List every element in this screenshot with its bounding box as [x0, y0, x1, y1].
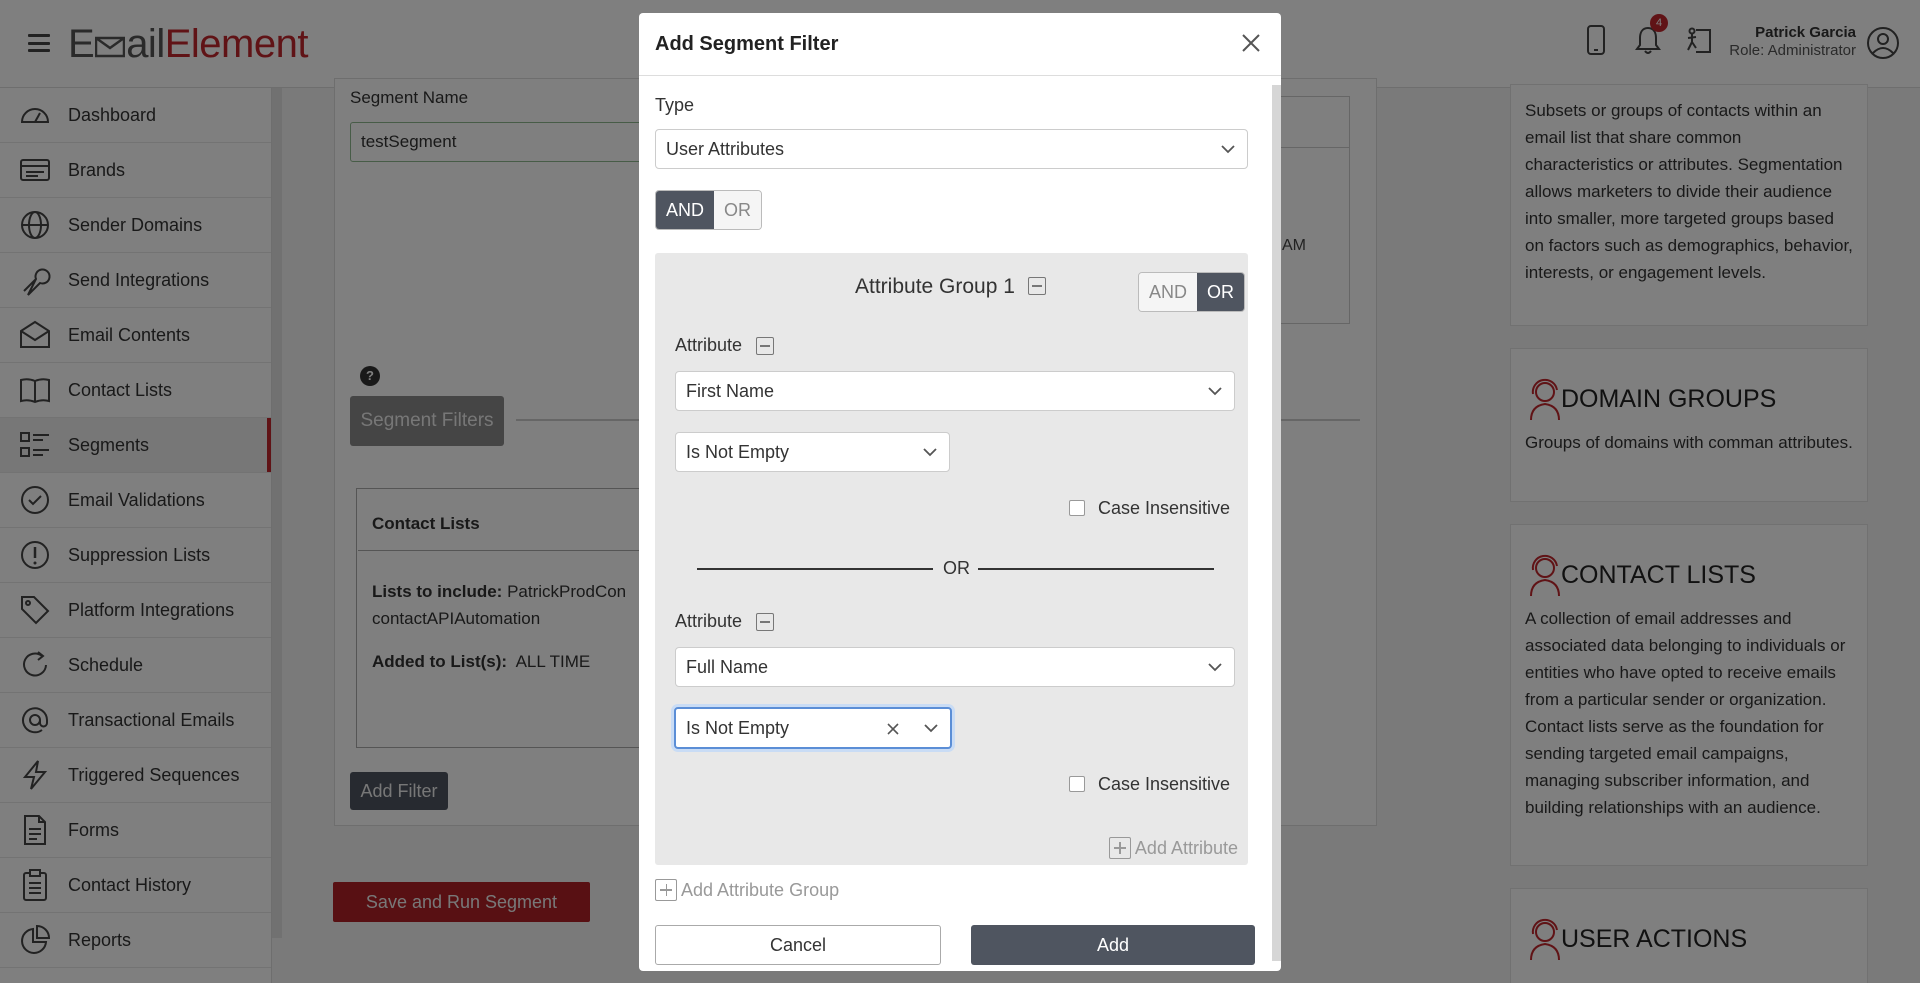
add-attribute-button[interactable]: Add Attribute — [1108, 837, 1238, 859]
modal-scrollbar[interactable] — [1272, 85, 1281, 961]
close-icon[interactable] — [1239, 31, 1263, 55]
or-divider: OR — [697, 558, 1214, 578]
group-and-button[interactable]: AND — [1139, 273, 1198, 311]
type-select[interactable]: User Attributes — [655, 129, 1248, 169]
attribute-field-select[interactable]: First Name — [675, 371, 1235, 411]
attribute-condition-select[interactable]: Is Not Empty — [675, 432, 950, 472]
modal-header: Add Segment Filter — [639, 13, 1281, 76]
type-label: Type — [655, 95, 695, 115]
attribute-group: Attribute Group 1 AND OR Attribute First… — [655, 253, 1248, 865]
remove-attribute-icon[interactable] — [756, 337, 774, 355]
attribute-label: Attribute — [675, 611, 743, 631]
modal-title: Add Segment Filter — [655, 33, 839, 55]
group-or-button[interactable]: OR — [1197, 273, 1245, 311]
case-insensitive-label: Case Insensitive — [1098, 774, 1231, 794]
case-insensitive-checkbox[interactable] — [1069, 776, 1085, 792]
case-insensitive-checkbox[interactable] — [1069, 500, 1085, 516]
attribute-field-select[interactable]: Full Name — [675, 647, 1235, 687]
plus-icon — [655, 879, 677, 901]
add-attribute-group-button[interactable]: Add Attribute Group — [655, 879, 839, 901]
group-logic-toggle: AND OR — [1138, 272, 1246, 312]
outer-and-button[interactable]: AND — [656, 191, 715, 229]
chevron-down-icon — [1208, 387, 1222, 396]
chevron-down-icon — [1221, 145, 1235, 154]
plus-icon — [1108, 837, 1131, 859]
chevron-down-icon — [923, 448, 937, 457]
add-button[interactable]: Add — [971, 925, 1255, 965]
chevron-down-icon — [924, 724, 938, 733]
clear-icon[interactable] — [886, 722, 900, 736]
chevron-down-icon — [1208, 663, 1222, 672]
attribute-group-title: Attribute Group 1 — [855, 275, 1015, 298]
remove-attribute-icon[interactable] — [756, 613, 774, 631]
attribute-condition-select[interactable]: Is Not Empty — [674, 707, 952, 749]
attribute-label: Attribute — [675, 335, 743, 355]
cancel-button[interactable]: Cancel — [655, 925, 941, 965]
add-segment-filter-modal: Add Segment Filter Type User Attributes … — [639, 13, 1281, 971]
remove-group-icon[interactable] — [1028, 277, 1046, 295]
outer-or-button[interactable]: OR — [714, 191, 762, 229]
case-insensitive-label: Case Insensitive — [1098, 498, 1231, 518]
outer-logic-toggle: AND OR — [655, 190, 763, 230]
